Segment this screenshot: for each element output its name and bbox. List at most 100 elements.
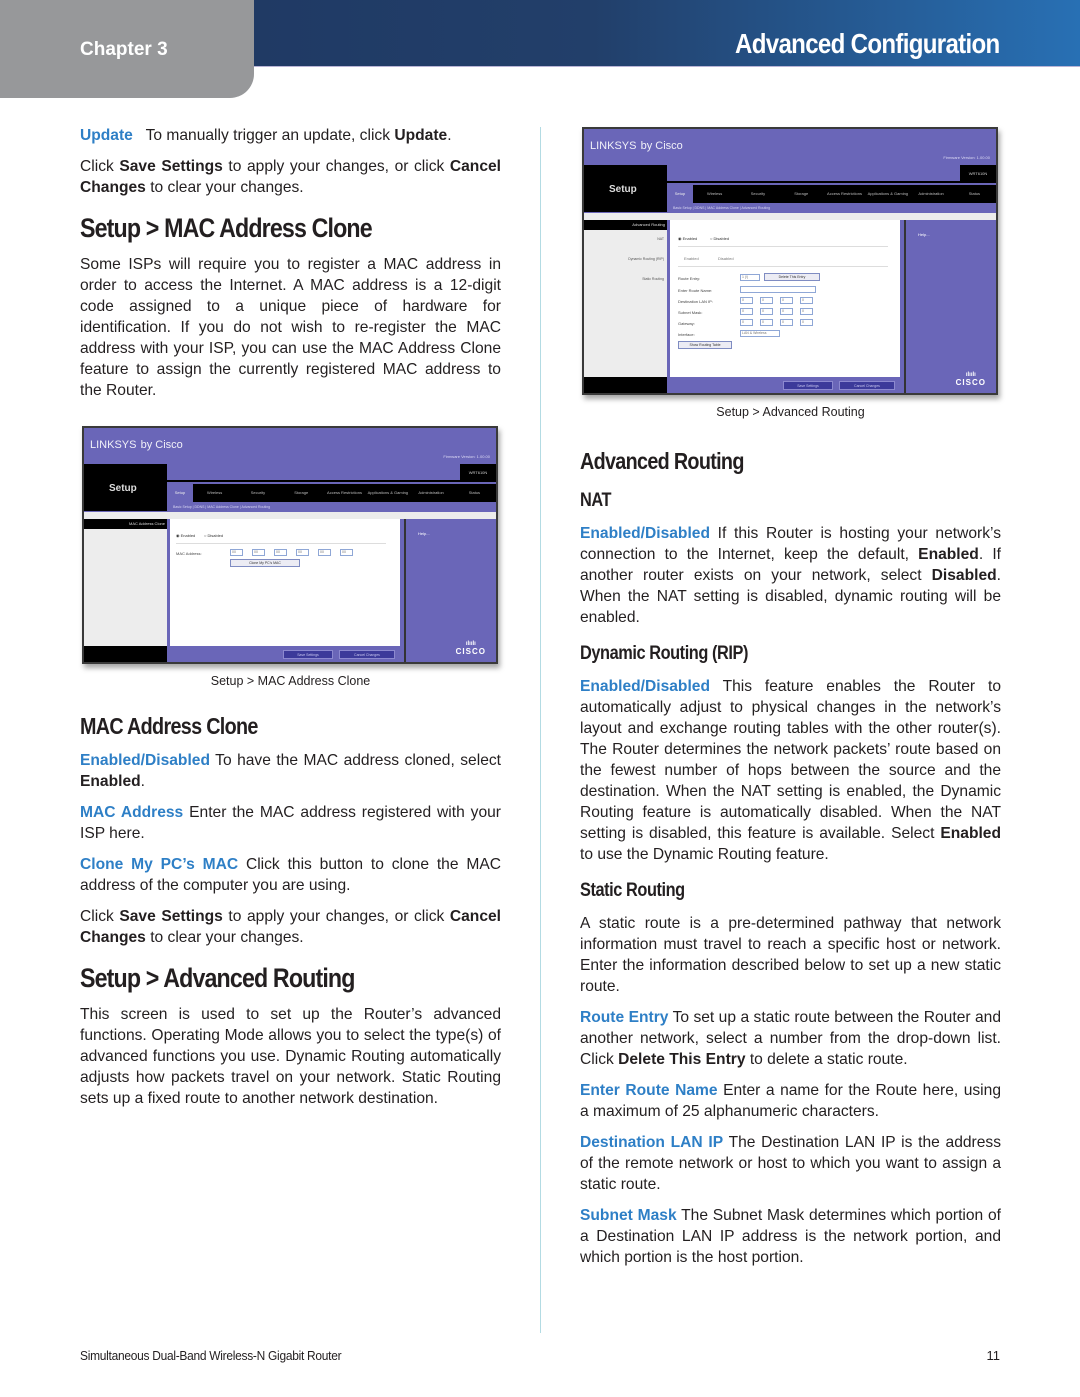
gateway-4[interactable]: 0 bbox=[800, 319, 813, 326]
tab-security[interactable]: Security bbox=[736, 185, 779, 203]
mac-field-4[interactable]: 00 bbox=[296, 549, 309, 556]
mac-field-5[interactable]: 00 bbox=[318, 549, 331, 556]
show-routing-table-button[interactable]: Show Routing Table bbox=[678, 341, 732, 349]
clone-pc-desc: Clone My PC’s MAC Click this button to c… bbox=[80, 856, 501, 894]
nat-enabled-radio[interactable]: ◉ Enabled bbox=[678, 236, 697, 241]
nat-desc: Enabled/Disabled If this Router is hosti… bbox=[580, 525, 1001, 626]
subnet-mask-desc: Subnet Mask The Subnet Mask determines w… bbox=[580, 1207, 1001, 1266]
update-paragraph: Update To manually trigger an update, cl… bbox=[80, 127, 452, 144]
section-label: Setup bbox=[109, 483, 137, 494]
subnet-2[interactable]: 0 bbox=[760, 308, 773, 315]
cisco-logo: ılıılı CISCO bbox=[455, 641, 486, 656]
heading-rip: Dynamic Routing (RIP) bbox=[580, 643, 748, 664]
help-link[interactable]: Help... bbox=[418, 531, 430, 536]
subnet-1[interactable]: 0 bbox=[740, 308, 753, 315]
subheading-adv-routing: Advanced Routing bbox=[580, 448, 744, 474]
route-name-input[interactable] bbox=[740, 286, 816, 293]
cancel-changes-button[interactable]: Cancel Changes bbox=[339, 650, 395, 659]
sidebar-title: Advanced Routing bbox=[584, 220, 667, 230]
sub-tabs[interactable]: Basic Setup | DDNS | MAC Address Clone |… bbox=[167, 502, 496, 512]
save-note-2: Click Save Settings to apply your change… bbox=[80, 908, 502, 946]
mac-field-6[interactable]: 00 bbox=[340, 549, 353, 556]
side-static: Static Routing bbox=[642, 277, 664, 281]
linksys-logo: LINKSYS by Cisco bbox=[90, 439, 183, 451]
tab-apps[interactable]: Applications & Gaming bbox=[866, 185, 909, 203]
caption-adv-routing: Setup > Advanced Routing bbox=[716, 405, 865, 419]
mac-field-1[interactable]: 00 bbox=[230, 549, 243, 556]
subheading-mac-clone: MAC Address Clone bbox=[80, 713, 258, 739]
sub-tabs[interactable]: Basic Setup | DDNS | MAC Address Clone |… bbox=[667, 203, 996, 213]
radio-disabled[interactable]: ○ Disabled bbox=[204, 533, 223, 538]
cisco-logo: ılıılı CISCO bbox=[955, 372, 986, 387]
heading-mac-clone: Setup > MAC Address Clone bbox=[80, 213, 373, 243]
tab-wireless[interactable]: Wireless bbox=[193, 484, 236, 502]
route-entry-select[interactable]: 1 (!) bbox=[740, 274, 760, 281]
model-label: WRT610N bbox=[460, 464, 496, 482]
nat-disabled-radio[interactable]: ○ Disabled bbox=[710, 236, 729, 241]
tab-apps[interactable]: Applications & Gaming bbox=[366, 484, 409, 502]
tab-admin[interactable]: Administration bbox=[909, 185, 952, 203]
save-settings-button[interactable]: Save Settings bbox=[783, 381, 833, 390]
subnet-3[interactable]: 0 bbox=[780, 308, 793, 315]
tab-setup[interactable]: Setup bbox=[167, 484, 193, 502]
tab-access[interactable]: Access Restrictions bbox=[323, 484, 366, 502]
mac-clone-intro: Some ISPs will require you to register a… bbox=[80, 256, 501, 399]
linksys-logo: LINKSYS by Cisco bbox=[590, 140, 683, 152]
mac-field-2[interactable]: 00 bbox=[252, 549, 265, 556]
subnet-4[interactable]: 0 bbox=[800, 308, 813, 315]
page-number: 11 bbox=[986, 1348, 1001, 1363]
delete-entry-button[interactable]: Delete This Entry bbox=[764, 273, 820, 281]
footer-product: Simultaneous Dual-Band Wireless-N Gigabi… bbox=[80, 1348, 342, 1363]
left-column-lower: MAC Address Clone Enabled/Disabled To ha… bbox=[80, 712, 501, 1119]
content-area: ◉ Enabled ○ Disabled Enabled Disabled Ro… bbox=[670, 220, 900, 377]
interface-select[interactable]: LAN & Wireless bbox=[740, 330, 780, 337]
tab-wireless[interactable]: Wireless bbox=[693, 185, 736, 203]
save-settings-button[interactable]: Save Settings bbox=[283, 650, 333, 659]
tab-storage[interactable]: Storage bbox=[280, 484, 323, 502]
section-label: Setup bbox=[609, 184, 637, 195]
sidebar-title: MAC Address Clone bbox=[84, 519, 167, 529]
left-column: Update To manually trigger an update, cl… bbox=[80, 125, 501, 411]
help-link[interactable]: Help... bbox=[918, 232, 930, 237]
side-nat: NAT bbox=[657, 237, 664, 241]
caption-mac-clone: Setup > MAC Address Clone bbox=[210, 674, 371, 688]
mac-address-desc: MAC Address Enter the MAC address regist… bbox=[80, 804, 501, 842]
heading-adv-routing: Setup > Advanced Routing bbox=[80, 963, 355, 993]
tab-admin[interactable]: Administration bbox=[409, 484, 452, 502]
dest-lan-ip-desc: Destination LAN IP The Destination LAN I… bbox=[580, 1134, 1001, 1193]
term-update: Update bbox=[80, 127, 133, 144]
tab-status[interactable]: Status bbox=[953, 185, 996, 203]
dest-ip-3[interactable]: 0 bbox=[780, 297, 793, 304]
section-title: Advanced Configuration bbox=[735, 28, 1001, 59]
gateway-1[interactable]: 0 bbox=[740, 319, 753, 326]
gateway-2[interactable]: 0 bbox=[760, 319, 773, 326]
content-area: ◉ Enabled ○ Disabled MAC Address: 00 00 … bbox=[170, 519, 400, 646]
dest-ip-4[interactable]: 0 bbox=[800, 297, 813, 304]
radio-enabled[interactable]: ◉ Enabled bbox=[176, 533, 195, 538]
mac-field-3[interactable]: 00 bbox=[274, 549, 287, 556]
rip-disabled-radio[interactable]: Disabled bbox=[718, 256, 734, 261]
mac-clone-screenshot: LINKSYS by Cisco Firmware Version: 1.00.… bbox=[82, 426, 498, 664]
dest-ip-2[interactable]: 0 bbox=[760, 297, 773, 304]
static-intro: A static route is a pre-determined pathw… bbox=[580, 915, 1001, 995]
clone-mac-button[interactable]: Clone My PC's MAC bbox=[230, 559, 300, 567]
heading-nat: NAT bbox=[580, 490, 612, 511]
route-entry-desc: Route Entry To set up a static route bet… bbox=[580, 1009, 1001, 1068]
rip-desc: Enabled/Disabled This feature enables th… bbox=[580, 678, 1001, 863]
save-note: Click Save Settings to apply your change… bbox=[80, 158, 502, 196]
firmware-version: Firmware Version: 1.00.00 bbox=[443, 454, 490, 459]
cancel-changes-button[interactable]: Cancel Changes bbox=[839, 381, 895, 390]
route-name-desc: Enter Route Name Enter a name for the Ro… bbox=[580, 1082, 1001, 1120]
tab-setup[interactable]: Setup bbox=[667, 185, 693, 203]
tab-access[interactable]: Access Restrictions bbox=[823, 185, 866, 203]
right-column: Setup > Advanced Routing Advanced Routin… bbox=[580, 405, 1001, 1278]
adv-routing-screenshot: LINKSYS by Cisco Firmware Version: 1.00.… bbox=[582, 127, 998, 395]
dest-ip-1[interactable]: 0 bbox=[740, 297, 753, 304]
tab-security[interactable]: Security bbox=[236, 484, 279, 502]
tab-storage[interactable]: Storage bbox=[780, 185, 823, 203]
main-tabs: Setup Wireless Security Storage Access R… bbox=[667, 185, 996, 203]
gateway-3[interactable]: 0 bbox=[780, 319, 793, 326]
tab-status[interactable]: Status bbox=[453, 484, 496, 502]
rip-enabled-radio[interactable]: Enabled bbox=[684, 256, 699, 261]
heading-static: Static Routing bbox=[580, 880, 685, 901]
